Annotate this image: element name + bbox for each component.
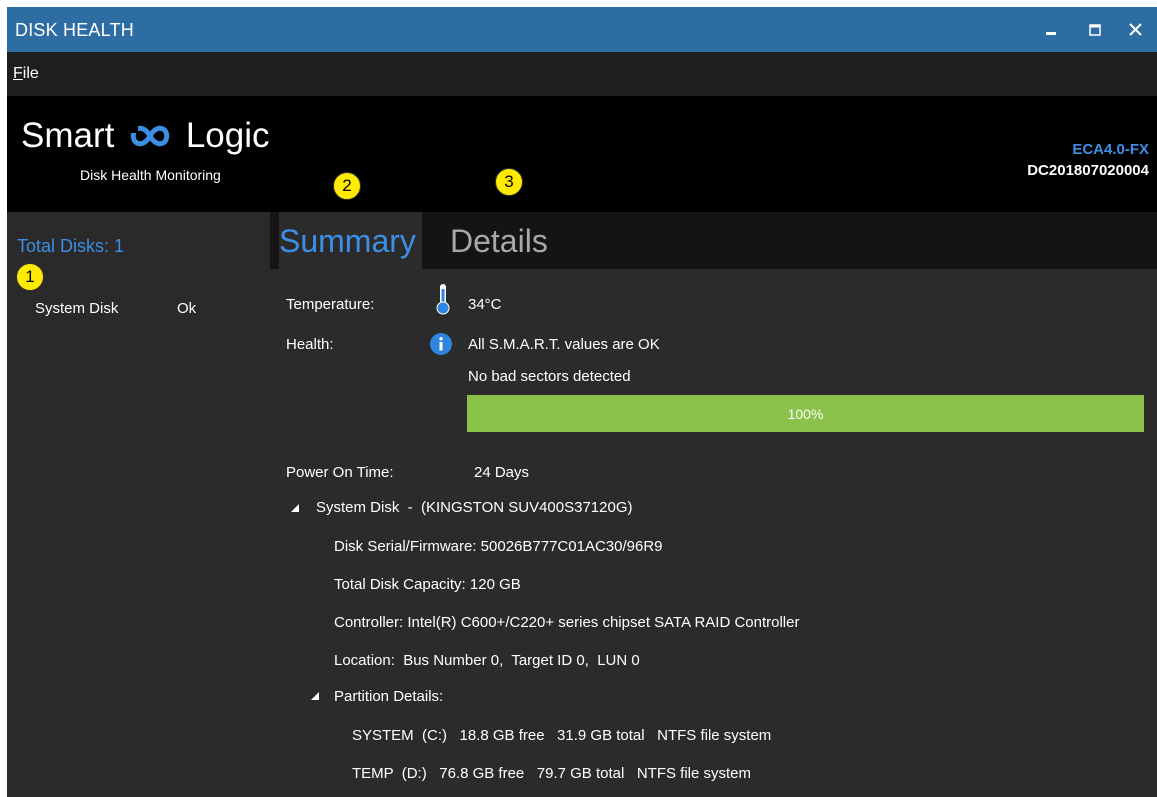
tab-details[interactable]: Details	[450, 223, 548, 260]
partition-row: TEMP (D:) 76.8 GB free 79.7 GB total NTF…	[352, 765, 752, 782]
triangle-expanded-icon[interactable]	[310, 691, 320, 701]
maximize-button[interactable]	[1073, 7, 1117, 52]
power-on-label: Power On Time:	[286, 464, 394, 481]
menu-file[interactable]: File	[13, 65, 39, 83]
health-status-line1: All S.M.A.R.T. values are OK	[468, 336, 660, 353]
disk-tree-node[interactable]: System Disk - (KINGSTON SUV400S37120G)	[316, 499, 633, 516]
temperature-label: Temperature:	[286, 296, 375, 313]
tab-summary-label: Summary	[279, 223, 416, 259]
brand-tagline: Disk Health Monitoring	[80, 167, 221, 183]
callout-marker-2: 2	[333, 172, 361, 200]
power-on-value: 24 Days	[474, 464, 530, 481]
minimize-button[interactable]	[1029, 7, 1073, 52]
disk-list-item-name[interactable]: System Disk	[35, 300, 118, 317]
thermometer-icon	[436, 284, 450, 315]
tab-strip: Summary Details	[270, 212, 1157, 269]
health-status-line2: No bad sectors detected	[468, 368, 631, 385]
partition-details-node[interactable]: Partition Details:	[334, 688, 443, 705]
brand-word-left: Smart	[21, 116, 115, 155]
device-serial: DC201807020004	[1027, 162, 1149, 179]
temperature-value: 34°C	[468, 296, 502, 313]
app-window: DISK HEALTH File Smart Logic Disk Health…	[7, 7, 1157, 797]
close-button[interactable]	[1113, 7, 1157, 52]
menu-file-label: ile	[22, 65, 39, 82]
callout-marker-1: 1	[16, 263, 44, 291]
disk-list-item-status[interactable]: Ok	[177, 300, 196, 317]
close-icon	[1128, 23, 1142, 36]
callout-marker-3: 3	[495, 168, 523, 196]
infinity-logo-icon	[130, 123, 170, 147]
window-title: DISK HEALTH	[15, 20, 134, 40]
disk-capacity: Total Disk Capacity: 120 GB	[334, 576, 521, 593]
tab-summary[interactable]: Summary	[279, 212, 422, 269]
app-header: Smart Logic Disk Health Monitoring ECA4.…	[7, 96, 1157, 212]
brand-word-right: Logic	[185, 116, 270, 155]
disk-sidebar: Total Disks: 1 1 System Disk Ok	[7, 212, 270, 797]
minimize-icon	[1046, 31, 1056, 35]
partition-row: SYSTEM (C:) 18.8 GB free 31.9 GB total N…	[352, 727, 772, 744]
health-progress-bar: 100%	[467, 395, 1144, 432]
title-bar[interactable]: DISK HEALTH	[7, 7, 1157, 52]
maximize-icon	[1089, 23, 1101, 36]
disk-serial-firmware: Disk Serial/Firmware: 50026B777C01AC30/9…	[334, 538, 663, 555]
total-disks-label: Total Disks: 1	[17, 236, 125, 256]
health-progress-text: 100%	[787, 405, 824, 422]
info-icon	[430, 333, 452, 355]
menu-file-accelerator: F	[13, 65, 23, 82]
health-label: Health:	[286, 336, 334, 353]
triangle-expanded-icon[interactable]	[290, 503, 300, 513]
brand-logo: Smart Logic	[21, 116, 270, 156]
disk-controller: Controller: Intel(R) C600+/C220+ series …	[334, 614, 800, 631]
menu-bar: File	[7, 52, 1157, 96]
device-model: ECA4.0-FX	[1072, 141, 1149, 158]
disk-location: Location: Bus Number 0, Target ID 0, LUN…	[334, 652, 640, 669]
main-panel: Summary Details Temperature: 34°C Health…	[270, 212, 1157, 797]
